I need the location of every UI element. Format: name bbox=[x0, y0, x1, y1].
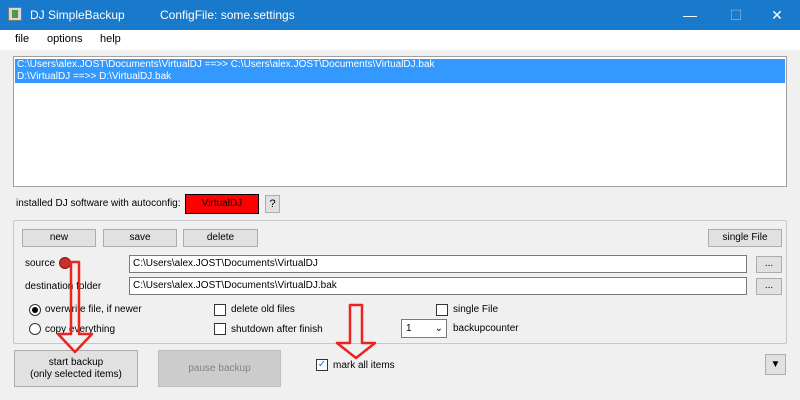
menu-bar: file options help bbox=[0, 30, 800, 50]
shutdown-label: shutdown after finish bbox=[231, 324, 323, 335]
minimize-button[interactable]: — bbox=[667, 0, 713, 30]
expand-dropdown-button[interactable]: ▼ bbox=[765, 354, 786, 375]
destination-browse-button[interactable]: ... bbox=[756, 278, 782, 295]
list-item[interactable]: D:\VirtualDJ ==>> D:\VirtualDJ.bak bbox=[15, 71, 785, 83]
start-backup-line1: start backup bbox=[48, 356, 104, 368]
backupcounter-value: 1 bbox=[406, 323, 412, 334]
start-backup-line2: (only selected items) bbox=[30, 368, 122, 380]
source-label: source bbox=[25, 258, 56, 269]
menu-options[interactable]: options bbox=[47, 33, 82, 45]
single-file-checkbox[interactable] bbox=[436, 304, 448, 316]
delete-old-checkbox[interactable] bbox=[214, 304, 226, 316]
mark-all-label: mark all items bbox=[333, 360, 395, 371]
save-button[interactable]: save bbox=[103, 229, 177, 247]
mark-all-checkbox[interactable]: ✓ bbox=[316, 359, 328, 371]
help-button[interactable]: ? bbox=[265, 195, 280, 213]
source-field[interactable]: C:\Users\alex.JOST\Documents\VirtualDJ bbox=[129, 255, 747, 273]
delete-old-label: delete old files bbox=[231, 304, 295, 315]
source-marker-icon bbox=[59, 257, 71, 269]
shutdown-checkbox[interactable] bbox=[214, 323, 226, 335]
title-bar[interactable]: DJ SimpleBackup ConfigFile: some.setting… bbox=[0, 0, 800, 30]
single-file-option-label: single File bbox=[453, 304, 499, 315]
single-file-button[interactable]: single File bbox=[708, 229, 782, 247]
close-button[interactable]: ✕ bbox=[754, 0, 800, 30]
autoconfig-label: installed DJ software with autoconfig: bbox=[16, 198, 181, 209]
backup-list[interactable]: C:\Users\alex.JOST\Documents\VirtualDJ =… bbox=[13, 56, 787, 187]
start-backup-button[interactable]: start backup (only selected items) bbox=[14, 350, 138, 387]
overwrite-label: overwrite file, if newer bbox=[45, 304, 142, 315]
new-button[interactable]: new bbox=[22, 229, 96, 247]
backupcounter-label: backupcounter bbox=[453, 323, 519, 334]
app-icon bbox=[8, 7, 22, 21]
destination-field[interactable]: C:\Users\alex.JOST\Documents\VirtualDJ.b… bbox=[129, 277, 747, 295]
virtualdj-autoconfig-button[interactable]: VirtualDJ bbox=[185, 194, 259, 214]
destination-label: destination folder bbox=[25, 281, 102, 292]
copy-everything-label: copy everything bbox=[45, 324, 116, 335]
delete-button[interactable]: delete bbox=[183, 229, 258, 247]
window-title: DJ SimpleBackup bbox=[30, 8, 125, 22]
config-file-label: ConfigFile: some.settings bbox=[160, 8, 295, 22]
maximize-button[interactable]: ☐ bbox=[713, 0, 759, 30]
pause-backup-button[interactable]: pause backup bbox=[158, 350, 281, 387]
copy-everything-radio[interactable] bbox=[29, 323, 41, 335]
menu-file[interactable]: file bbox=[15, 33, 29, 45]
list-item[interactable]: C:\Users\alex.JOST\Documents\VirtualDJ =… bbox=[15, 59, 785, 71]
menu-help[interactable]: help bbox=[100, 33, 121, 45]
overwrite-radio[interactable] bbox=[29, 304, 41, 316]
source-browse-button[interactable]: ... bbox=[756, 256, 782, 273]
chevron-down-icon: ⌄ bbox=[434, 323, 443, 334]
backupcounter-select[interactable]: 1 ⌄ bbox=[401, 319, 447, 338]
